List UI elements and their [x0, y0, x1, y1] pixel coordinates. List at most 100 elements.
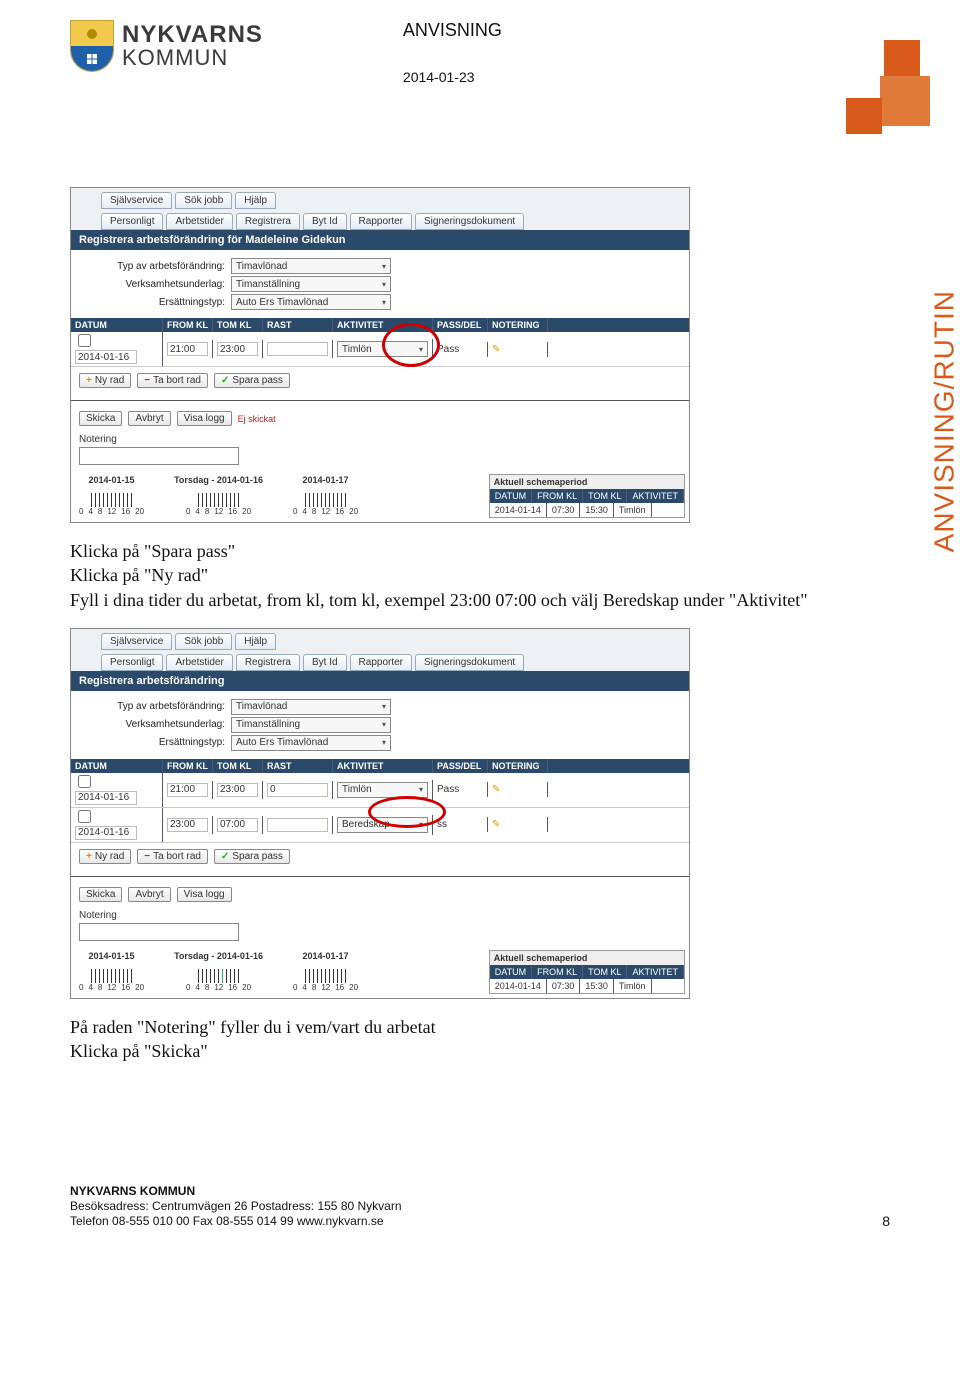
schemaperiod-panel: Aktuell schemaperiod DATUM FROM KL TOM K… — [489, 950, 685, 994]
cell-tom[interactable]: 23:00 — [217, 342, 258, 356]
select-aktivitet[interactable]: Timlön▾ — [337, 782, 428, 798]
tab-sokjobb[interactable]: Sök jobb — [175, 633, 232, 650]
tab-rapporter[interactable]: Rapporter — [350, 213, 412, 230]
tab-arbetstider[interactable]: Arbetstider — [166, 654, 232, 671]
avbryt-button[interactable]: Avbryt — [128, 411, 170, 426]
row-checkbox[interactable] — [78, 334, 91, 347]
row-checkbox[interactable] — [78, 810, 91, 823]
timeline-day-3: 2014-01-17 — [302, 475, 348, 485]
tab-signering[interactable]: Signeringsdokument — [415, 654, 524, 671]
spara-pass-button[interactable]: ✓Spara pass — [214, 373, 290, 388]
select-ers[interactable]: Auto Ers Timavlönad▾ — [231, 294, 391, 310]
chevron-down-icon: ▾ — [382, 298, 386, 307]
select-typ[interactable]: Timavlönad▾ — [231, 699, 391, 715]
chevron-down-icon: ▾ — [382, 262, 386, 271]
select-ers[interactable]: Auto Ers Timavlönad▾ — [231, 735, 391, 751]
ej-skickat-label: Ej skickat — [238, 414, 276, 424]
cell-pass: Pass — [433, 342, 488, 357]
col-pass: PASS/DEL — [433, 318, 488, 332]
visa-logg-button[interactable]: Visa logg — [177, 887, 232, 902]
note-icon[interactable]: ✎ — [492, 819, 500, 830]
col-datum: DATUM — [71, 318, 163, 332]
skicka-button[interactable]: Skicka — [79, 887, 122, 902]
avbryt-button[interactable]: Avbryt — [128, 887, 170, 902]
timeline-day-1: 2014-01-15 — [89, 475, 135, 485]
label-typ: Typ av arbetsförändring: — [81, 701, 231, 712]
tab-signering[interactable]: Signeringsdokument — [415, 213, 524, 230]
select-aktivitet-beredskap[interactable]: Beredskap▾ — [337, 817, 428, 833]
select-verk[interactable]: Timanställning▾ — [231, 276, 391, 292]
spara-pass-button[interactable]: ✓Spara pass — [214, 849, 290, 864]
schemaperiod-panel: Aktuell schemaperiod DATUM FROM KL TOM K… — [489, 474, 685, 518]
instruction-line-3: Fyll i dina tider du arbetat, from kl, t… — [70, 588, 890, 612]
tab-personligt[interactable]: Personligt — [101, 654, 163, 671]
shield-icon — [70, 20, 114, 72]
col-tom: TOM KL — [213, 318, 263, 332]
table-row: 2014-01-16 21:00 23:00 0 Timlön▾ Pass ✎ — [71, 773, 689, 808]
table-row: 2014-01-16 21:00 23:00 Timlön▾ Pass ✎ — [71, 332, 689, 367]
timeline-day-2: Torsdag - 2014-01-16 — [174, 475, 263, 485]
skicka-button[interactable]: Skicka — [79, 411, 122, 426]
select-verk[interactable]: Timanställning▾ — [231, 717, 391, 733]
panel-title-1: Registrera arbetsförändring för Madelein… — [71, 230, 689, 250]
label-ers: Ersättningstyp: — [81, 297, 231, 308]
page-number: 8 — [882, 1213, 890, 1229]
tab-hjalp[interactable]: Hjälp — [235, 192, 276, 209]
app-screenshot-1: Självservice Sök jobb Hjälp Personligt A… — [70, 187, 690, 523]
schemaperiod-title: Aktuell schemaperiod — [490, 475, 684, 489]
instruction-line-2: Klicka på "Ny rad" — [70, 563, 890, 587]
col-from: FROM KL — [163, 318, 213, 332]
instruction-line-1: Klicka på "Spara pass" — [70, 539, 890, 563]
tab-bytid[interactable]: Byt Id — [303, 213, 347, 230]
side-vertical-label: ANVISNING/RUTIN — [928, 290, 960, 552]
label-typ: Typ av arbetsförändring: — [81, 261, 231, 272]
org-name-1: NYKVARNS — [122, 23, 263, 47]
footer-address: Besöksadress: Centrumvägen 26 Postadress… — [70, 1199, 890, 1213]
label-verk: Verksamhetsunderlag: — [81, 719, 231, 730]
cell-from[interactable]: 21:00 — [167, 342, 208, 356]
app-screenshot-2: Självservice Sök jobb Hjälp Personligt A… — [70, 628, 690, 999]
tab-bytid[interactable]: Byt Id — [303, 654, 347, 671]
tab-sjalvservice[interactable]: Självservice — [101, 192, 172, 209]
doc-title: ANVISNING — [403, 20, 890, 41]
tab-sjalvservice[interactable]: Självservice — [101, 633, 172, 650]
note-icon[interactable]: ✎ — [492, 784, 500, 795]
ny-rad-button[interactable]: +Ny rad — [79, 373, 131, 388]
footer-contact: Telefon 08-555 010 00 Fax 08-555 014 99 … — [70, 1214, 890, 1228]
ta-bort-rad-button[interactable]: −Ta bort rad — [137, 373, 208, 388]
tab-rapporter[interactable]: Rapporter — [350, 654, 412, 671]
notering-input[interactable] — [79, 447, 239, 465]
select-aktivitet[interactable]: Timlön▾ — [337, 341, 428, 357]
row-checkbox[interactable] — [78, 775, 91, 788]
chevron-down-icon: ▾ — [382, 280, 386, 289]
label-ers: Ersättningstyp: — [81, 737, 231, 748]
instruction-line-4: På raden "Notering" fyller du i vem/vart… — [70, 1015, 890, 1039]
note-icon[interactable]: ✎ — [492, 344, 500, 355]
notering-label: Notering — [79, 434, 681, 445]
decorative-squares — [840, 40, 930, 140]
cell-rast[interactable] — [267, 342, 328, 356]
org-logo: NYKVARNS KOMMUN — [70, 20, 263, 72]
panel-title-2: Registrera arbetsförändring — [71, 671, 689, 691]
tab-arbetstider[interactable]: Arbetstider — [166, 213, 232, 230]
label-verk: Verksamhetsunderlag: — [81, 279, 231, 290]
visa-logg-button[interactable]: Visa logg — [177, 411, 232, 426]
tab-hjalp[interactable]: Hjälp — [235, 633, 276, 650]
col-notering: NOTERING — [488, 318, 548, 332]
cell-datum[interactable]: 2014-01-16 — [75, 350, 137, 364]
ta-bort-rad-button[interactable]: −Ta bort rad — [137, 849, 208, 864]
notering-label: Notering — [79, 910, 681, 921]
col-aktivitet: AKTIVITET — [333, 318, 433, 332]
doc-date: 2014-01-23 — [403, 69, 890, 85]
tab-personligt[interactable]: Personligt — [101, 213, 163, 230]
tab-registrera[interactable]: Registrera — [236, 213, 300, 230]
select-typ[interactable]: Timavlönad▾ — [231, 258, 391, 274]
tab-sokjobb[interactable]: Sök jobb — [175, 192, 232, 209]
notering-input[interactable] — [79, 923, 239, 941]
tab-registrera[interactable]: Registrera — [236, 654, 300, 671]
table-row: 2014-01-16 23:00 07:00 Beredskap▾ ss ✎ — [71, 808, 689, 843]
ny-rad-button[interactable]: +Ny rad — [79, 849, 131, 864]
footer-org: NYKVARNS KOMMUN — [70, 1184, 890, 1198]
instruction-line-5: Klicka på "Skicka" — [70, 1039, 890, 1063]
col-rast: RAST — [263, 318, 333, 332]
